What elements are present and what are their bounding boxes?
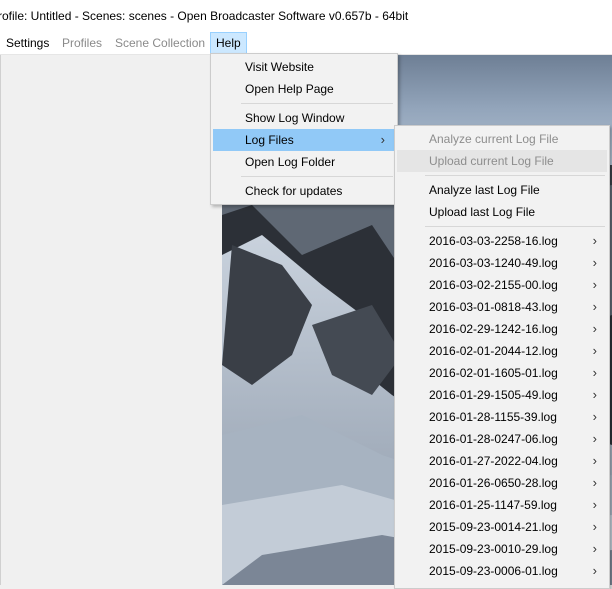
chevron-right-icon: ›: [592, 387, 597, 402]
chevron-right-icon: ›: [592, 343, 597, 358]
chevron-right-icon: ›: [592, 409, 597, 424]
log-file-item[interactable]: 2016-03-03-2258-16.log ›: [397, 230, 607, 252]
chevron-right-icon: ›: [592, 321, 597, 336]
help-separator-1: [241, 103, 393, 104]
help-show-log-window[interactable]: Show Log Window: [213, 107, 395, 129]
log-separator-2: [425, 226, 605, 227]
menu-settings[interactable]: Settings: [0, 32, 55, 54]
log-analyze-current[interactable]: Analyze current Log File: [397, 128, 607, 150]
window-title: rofile: Untitled - Scenes: scenes - Open…: [0, 0, 612, 32]
chevron-right-icon: ›: [592, 563, 597, 578]
log-file-item[interactable]: 2016-01-29-1505-49.log ›: [397, 384, 607, 406]
log-file-item[interactable]: 2016-01-28-0247-06.log ›: [397, 428, 607, 450]
log-file-item[interactable]: 2016-03-02-2155-00.log ›: [397, 274, 607, 296]
log-file-item[interactable]: 2016-01-26-0650-28.log ›: [397, 472, 607, 494]
menu-bar: Settings Profiles Scene Collection Help: [0, 32, 612, 55]
menu-scene-collection[interactable]: Scene Collection: [109, 32, 211, 54]
log-files-submenu: Analyze current Log File Upload current …: [394, 125, 610, 589]
log-upload-last[interactable]: Upload last Log File: [397, 201, 607, 223]
log-file-item[interactable]: 2015-09-23-0014-21.log ›: [397, 516, 607, 538]
chevron-right-icon: ›: [592, 255, 597, 270]
log-file-item[interactable]: 2016-01-25-1147-59.log ›: [397, 494, 607, 516]
log-file-item[interactable]: 2016-02-01-1605-01.log ›: [397, 362, 607, 384]
log-file-item[interactable]: 2016-02-29-1242-16.log ›: [397, 318, 607, 340]
log-separator-1: [425, 175, 605, 176]
chevron-right-icon: ›: [592, 431, 597, 446]
chevron-right-icon: ›: [592, 453, 597, 468]
chevron-right-icon: ›: [592, 233, 597, 248]
help-dropdown-menu: Visit Website Open Help Page Show Log Wi…: [210, 53, 398, 205]
log-file-item[interactable]: 2016-01-28-1155-39.log ›: [397, 406, 607, 428]
menu-profiles[interactable]: Profiles: [56, 32, 108, 54]
chevron-right-icon: ›: [592, 519, 597, 534]
chevron-right-icon: ›: [592, 365, 597, 380]
chevron-right-icon: ›: [592, 541, 597, 556]
chevron-right-icon: ›: [380, 132, 385, 147]
chevron-right-icon: ›: [592, 497, 597, 512]
help-check-for-updates[interactable]: Check for updates: [213, 180, 395, 202]
chevron-right-icon: ›: [592, 299, 597, 314]
log-file-item[interactable]: 2015-09-23-0010-29.log ›: [397, 538, 607, 560]
log-file-item[interactable]: 2016-03-01-0818-43.log ›: [397, 296, 607, 318]
help-visit-website[interactable]: Visit Website: [213, 56, 395, 78]
menu-help[interactable]: Help: [210, 32, 247, 54]
log-file-item[interactable]: 2016-01-27-2022-04.log ›: [397, 450, 607, 472]
help-log-files[interactable]: Log Files ›: [213, 129, 395, 151]
log-file-item[interactable]: 2016-02-01-2044-12.log ›: [397, 340, 607, 362]
log-upload-current[interactable]: Upload current Log File: [397, 150, 607, 172]
log-analyze-last[interactable]: Analyze last Log File: [397, 179, 607, 201]
chevron-right-icon: ›: [592, 475, 597, 490]
help-open-log-folder[interactable]: Open Log Folder: [213, 151, 395, 173]
help-separator-2: [241, 176, 393, 177]
chevron-right-icon: ›: [592, 277, 597, 292]
help-open-help-page[interactable]: Open Help Page: [213, 78, 395, 100]
log-file-item[interactable]: 2015-09-23-0006-01.log ›: [397, 560, 607, 582]
left-panel: [0, 55, 223, 585]
log-file-item[interactable]: 2016-03-03-1240-49.log ›: [397, 252, 607, 274]
